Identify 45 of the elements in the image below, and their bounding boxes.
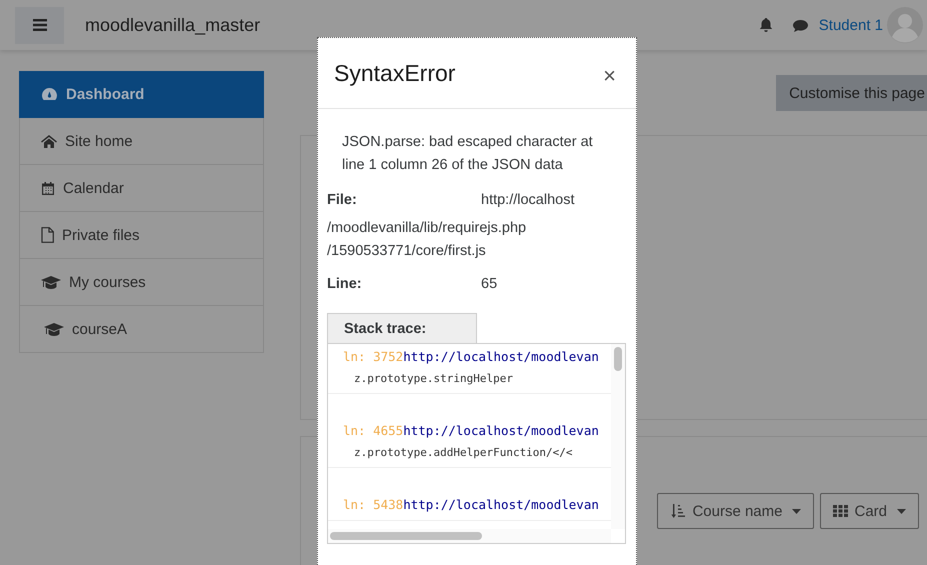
line-number: ln: 3752 — [343, 349, 404, 364]
horizontal-scrollbar[interactable] — [328, 529, 611, 543]
line-number: ln: 4655 — [343, 423, 404, 438]
field-value: /moodlevanilla/lib/requirejs.php — [327, 219, 526, 238]
user-name[interactable]: Student 1 — [818, 16, 883, 34]
close-button[interactable]: × — [599, 63, 620, 89]
calendar-icon — [41, 180, 55, 196]
graduation-cap-icon — [44, 322, 64, 336]
field-value: 65 — [481, 276, 498, 292]
caret-icon — [897, 508, 906, 514]
field-label: Line: — [327, 276, 363, 292]
grid-icon — [833, 505, 848, 517]
function-name: z.prototype.stringHelper — [354, 372, 514, 385]
menu-button[interactable] — [15, 6, 64, 44]
sidebar-item[interactable]: Calendar — [19, 165, 264, 212]
bell-icon[interactable] — [758, 17, 774, 33]
menu-icon — [32, 19, 46, 31]
line-number: ln: 5438 — [343, 497, 404, 512]
field-label: File: — [327, 192, 358, 208]
view-dropdown[interactable]: Card — [820, 493, 919, 529]
sidebar-item[interactable]: Dashboard — [19, 71, 264, 118]
file-url: http://localhost/moodlevan — [403, 349, 599, 364]
customise-page-button[interactable]: Customise this page — [776, 75, 927, 111]
stack-trace-label: Stack trace: — [327, 313, 477, 343]
site-name[interactable]: moodlevanilla_master — [85, 14, 260, 36]
gauge-icon — [41, 87, 58, 101]
dialog-title: SyntaxError — [334, 60, 456, 86]
home-icon — [41, 134, 57, 148]
chat-icon[interactable] — [792, 18, 809, 32]
field-value: /1590533771/core/first.js — [327, 242, 486, 261]
sort-dropdown[interactable]: Course name — [657, 493, 814, 529]
sidebar-item[interactable]: Private files — [19, 212, 264, 259]
error-message: JSON.parse: bad escaped character at line 1 column 26 of the JSON data — [342, 133, 594, 175]
sidebar-item[interactable]: Site home — [19, 118, 264, 165]
file-icon — [41, 227, 54, 243]
file-url: http://localhost/moodlevan — [403, 423, 599, 438]
graduation-cap-icon — [41, 274, 61, 290]
field-value: http://localhost — [481, 192, 574, 208]
file-url: http://localhost/moodlevan — [403, 497, 599, 512]
function-name: z.prototype.addHelperFunction/</< — [354, 446, 574, 459]
sidebar-item[interactable]: My courses — [19, 259, 264, 306]
caret-icon — [792, 508, 802, 514]
sort-icon — [670, 503, 686, 519]
vertical-scrollbar[interactable] — [611, 344, 625, 529]
sidebar-item[interactable]: courseA — [19, 306, 264, 353]
